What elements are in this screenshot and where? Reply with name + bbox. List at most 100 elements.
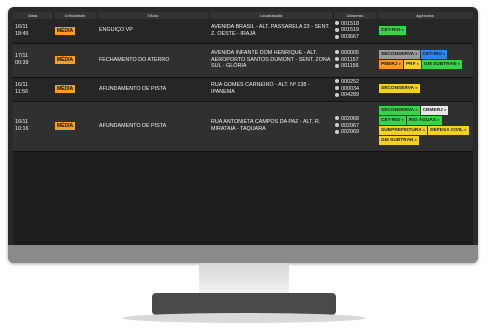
status-dot-icon: ●	[415, 85, 418, 90]
cell-criticality: MÉDIA	[53, 77, 97, 102]
table-row[interactable]: 16/11 11:56 MÉDIA AFUNDAMENTO DE PISTA RUA G…	[13, 77, 473, 102]
camera-link[interactable]: 002068	[335, 116, 375, 123]
agency-tag[interactable]: PRF●	[403, 60, 421, 69]
occurrences-table: Data Criticidade Título Localização Câme…	[13, 12, 473, 152]
status-dot-icon: ●	[416, 61, 419, 66]
agency-label: CET-RIO	[381, 118, 401, 124]
status-dot-icon: ●	[422, 127, 426, 132]
camera-link[interactable]: 000005	[335, 50, 375, 57]
cell-cameras: 000252 000034 004289	[333, 77, 377, 102]
row-date: 16/11	[15, 119, 29, 126]
status-dot-icon: ●	[457, 61, 460, 66]
agency-label: RIO ÁGUAS	[408, 118, 437, 124]
cell-cameras: 001518 001519 003667	[333, 19, 377, 44]
status-dot-icon: ●	[401, 26, 404, 32]
camera-id: 001157	[341, 56, 359, 63]
screen: Data Criticidade Título Localização Câme…	[13, 12, 473, 254]
camera-link[interactable]: 000252	[335, 79, 375, 86]
status-dot-icon: ●	[464, 127, 467, 132]
camera-id: 000034	[341, 85, 359, 92]
header-agencies[interactable]: Agências	[377, 12, 473, 19]
row-time: 10:16	[15, 126, 29, 132]
row-date: 17/11	[15, 53, 29, 60]
camera-link[interactable]: 004289	[335, 92, 375, 99]
agency-tag[interactable]: GM SUBTRAN●	[379, 135, 419, 145]
agency-label: PMERJ	[381, 62, 398, 67]
table-row[interactable]: 16/11 10:16 MÉDIA AFUNDAMENTO DE PISTA RUA A…	[13, 101, 473, 152]
camera-id: 002067	[341, 122, 359, 129]
agency-tag[interactable]: SUBPREFEITURA●	[379, 126, 428, 135]
agency-label: CBMERJ	[422, 108, 443, 114]
agency-tag[interactable]: CET-RIO●	[420, 50, 448, 59]
row-time: 18:45	[15, 30, 29, 37]
camera-id: 002068	[341, 115, 359, 122]
header-date[interactable]: Data	[13, 12, 54, 19]
camera-link[interactable]: 002069	[335, 129, 375, 136]
row-title: AFUNDAMENTO DE PISTA	[97, 101, 209, 152]
camera-link[interactable]: 000034	[335, 86, 375, 93]
header-cameras[interactable]: Câmeras	[333, 12, 378, 19]
criticality-badge: MÉDIA	[55, 26, 76, 35]
camera-id: 001519	[341, 27, 359, 34]
camera-icon	[335, 50, 339, 55]
agency-tag[interactable]: RIO ÁGUAS●	[406, 116, 442, 125]
camera-link[interactable]: 002067	[335, 123, 375, 130]
status-dot-icon: ●	[401, 117, 404, 123]
camera-icon	[335, 27, 339, 32]
camera-id: 002069	[341, 129, 359, 136]
table-row[interactable]: 16/11 18:45 MÉDIA ENGUIÇO VP AVENIDA BRASIL …	[13, 19, 473, 44]
agency-tag[interactable]: SECONSERVA●	[379, 84, 420, 93]
camera-id: 004289	[341, 92, 359, 99]
status-dot-icon: ●	[414, 136, 417, 142]
cell-criticality: MÉDIA	[53, 19, 97, 44]
cell-cameras: 002068 002067 002069	[333, 101, 377, 152]
agency-tag[interactable]: DEFESA CIVIL●	[428, 126, 469, 135]
table-row[interactable]: 17/11 00:39 MÉDIA FECHAMENTO DO ATERRO AVENI…	[13, 43, 473, 78]
agency-label: SECONSERVA	[381, 108, 415, 114]
status-dot-icon: ●	[398, 61, 401, 66]
monitor-bezel: Data Criticidade Título Localização Câme…	[8, 7, 478, 263]
header-location[interactable]: Localização	[209, 12, 334, 19]
camera-link[interactable]: 001518	[335, 21, 375, 28]
header-title[interactable]: Título	[97, 12, 210, 19]
agency-tag[interactable]: CBMERJ●	[420, 106, 449, 116]
cell-agencies: CET-RIO●	[377, 19, 473, 44]
camera-icon	[335, 34, 339, 39]
table-header-row: Data Criticidade Título Localização Câme…	[13, 12, 473, 19]
agency-label: GM SUBTRAN	[423, 62, 457, 67]
agency-tag[interactable]: SECONSERVA●	[379, 50, 420, 59]
camera-link[interactable]: 001157	[335, 57, 375, 64]
agency-label: SECONSERVA	[381, 86, 415, 91]
agency-tag[interactable]: CET-RIO●	[379, 25, 406, 35]
row-time: 11:56	[15, 89, 29, 95]
monitor-stand	[152, 293, 336, 315]
cell-agencies: SECONSERVA● CET-RIO●PMERJ● PRF● GM SUBTRAN●	[377, 43, 473, 78]
cell-datetime: 16/11 10:16	[13, 101, 53, 152]
header-criticality[interactable]: Criticidade	[53, 12, 98, 19]
camera-link[interactable]: 003667	[335, 34, 375, 41]
agency-tag[interactable]: SECONSERVA●	[379, 106, 420, 116]
agency-label: PRF	[405, 62, 416, 67]
row-title: ENGUIÇO VP	[97, 19, 209, 44]
row-title: AFUNDAMENTO DE PISTA	[97, 77, 209, 102]
agency-tag[interactable]: CET-RIO●	[379, 116, 406, 125]
monitor-stand-neck	[199, 263, 289, 293]
row-location: AVENIDA BRASIL - ALT. PASSARELA 23 - SEN…	[209, 19, 333, 44]
camera-icon	[335, 129, 339, 134]
camera-icon	[335, 63, 339, 68]
criticality-badge: MÉDIA	[55, 84, 76, 94]
status-dot-icon: ●	[415, 51, 418, 57]
camera-link[interactable]: 001519	[335, 27, 375, 34]
camera-link[interactable]: 001156	[335, 63, 375, 70]
cell-datetime: 17/11 00:39	[13, 43, 53, 78]
camera-id: 001518	[341, 20, 359, 27]
camera-icon	[335, 86, 339, 91]
agency-label: DEFESA CIVIL	[430, 128, 464, 133]
status-dot-icon: ●	[437, 117, 440, 123]
agency-tag[interactable]: GM SUBTRAN●	[421, 60, 462, 69]
camera-icon	[335, 21, 339, 26]
cell-agencies: SECONSERVA● CBMERJ●CET-RIO● RIO ÁGUAS●SUBP…	[377, 101, 473, 152]
agency-label: SUBPREFEITURA	[381, 128, 422, 133]
agency-tag[interactable]: PMERJ●	[379, 60, 403, 69]
row-title: FECHAMENTO DO ATERRO	[97, 43, 209, 78]
